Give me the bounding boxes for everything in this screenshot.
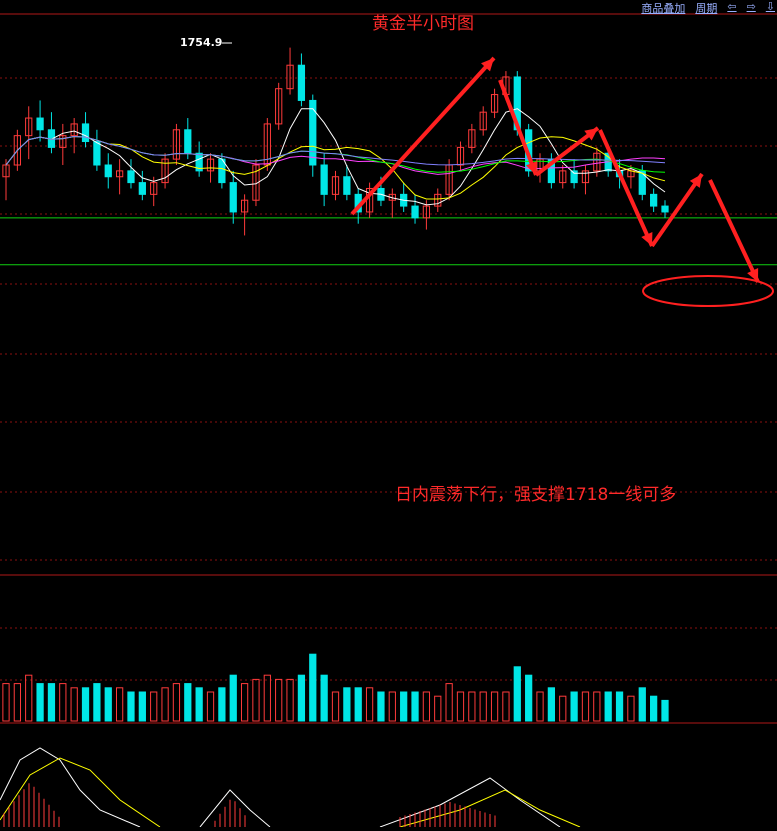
volume-bar [150,691,158,722]
volume-bar [59,683,67,722]
volume-bar [331,691,340,722]
volume-bar [547,687,556,722]
volume-bar [604,691,612,722]
candle [36,117,44,131]
volume-bar [25,674,33,722]
overlay-button[interactable]: 商品叠加 [641,0,685,16]
volume-bar [309,653,317,722]
volume-bar [36,683,44,722]
candle [309,99,317,166]
peak-price-label: 1754.9 [180,36,223,49]
volume-bar [638,687,646,722]
volume-bar [502,691,510,722]
macd-dif-line [0,747,141,828]
volume-bar [229,674,237,722]
candle [320,164,328,195]
volume-bar [172,683,181,722]
analysis-note: 日内震荡下行，强支撑1718一线可多 [395,485,677,505]
volume-bar [650,695,658,722]
volume-bar [570,691,578,722]
volume-bar [2,683,10,722]
volume-bar [615,691,624,722]
volume-bar [365,687,374,722]
candle [661,205,669,213]
volume-bar [593,691,601,722]
volume-bar [115,687,124,722]
volume-bar [104,687,112,722]
volume-bar [275,678,283,722]
volume-bar [13,683,21,722]
candle [127,170,135,184]
volume-bar [513,666,521,722]
volume-bar [252,678,260,722]
candle [229,182,237,213]
volume-bar [343,687,351,722]
volume-bar [320,674,328,722]
volume-bar [127,691,135,722]
volume-bar [388,691,396,722]
volume-bar [581,691,590,722]
volume-bar [263,674,271,722]
volume-bar [377,691,385,722]
volume-bar [161,687,169,722]
volume-bar [93,683,101,722]
volume-bar [184,683,192,722]
volume-bar [490,691,499,722]
volume-bar [661,699,669,722]
volume-bar [240,683,249,722]
volume-bar [354,687,362,722]
volume-bar [479,691,487,722]
volume-bar [218,687,226,722]
volume-bar [411,691,419,722]
volume-bar [456,691,465,722]
volume-bar [536,691,544,722]
trend-arrow [650,172,704,248]
volume-bar [138,691,146,722]
volume-bar [468,691,476,722]
trend-arrow [350,56,496,216]
volume-bar [206,691,215,722]
support-ellipse [642,275,774,307]
volume-bar [47,683,56,722]
candlestick-chart [0,13,777,828]
trend-arrow [708,179,760,283]
candle [104,164,112,178]
volume-bar [525,674,533,722]
next-icon[interactable]: ⇨ [747,0,756,16]
volume-bar [81,687,90,722]
volume-bar [286,678,294,722]
volume-bar [297,674,306,722]
volume-bar [445,683,453,722]
candle [297,64,306,101]
candle [138,182,146,195]
chart-stage: 黄金半小时图 1754.9 日内震荡下行，强支撑1718一线可多 商品叠加 周期… [0,0,777,828]
period-button[interactable]: 周期 [695,0,717,16]
volume-bar [559,695,567,722]
candle [343,176,351,195]
toolbar: 商品叠加 周期 ⇦ ⇨ ⇩ [641,0,775,16]
down-icon[interactable]: ⇩ [766,0,775,16]
volume-bar [195,687,203,722]
candle [81,123,90,143]
candle [93,141,101,166]
volume-bar [400,691,408,722]
candle [184,129,192,154]
candle [411,205,419,219]
volume-bar [70,687,78,722]
volume-bar [422,691,431,722]
volume-bar [627,695,635,722]
prev-icon[interactable]: ⇦ [727,0,736,16]
volume-bar [434,695,442,722]
candle [650,193,658,207]
chart-title: 黄金半小时图 [372,14,474,34]
